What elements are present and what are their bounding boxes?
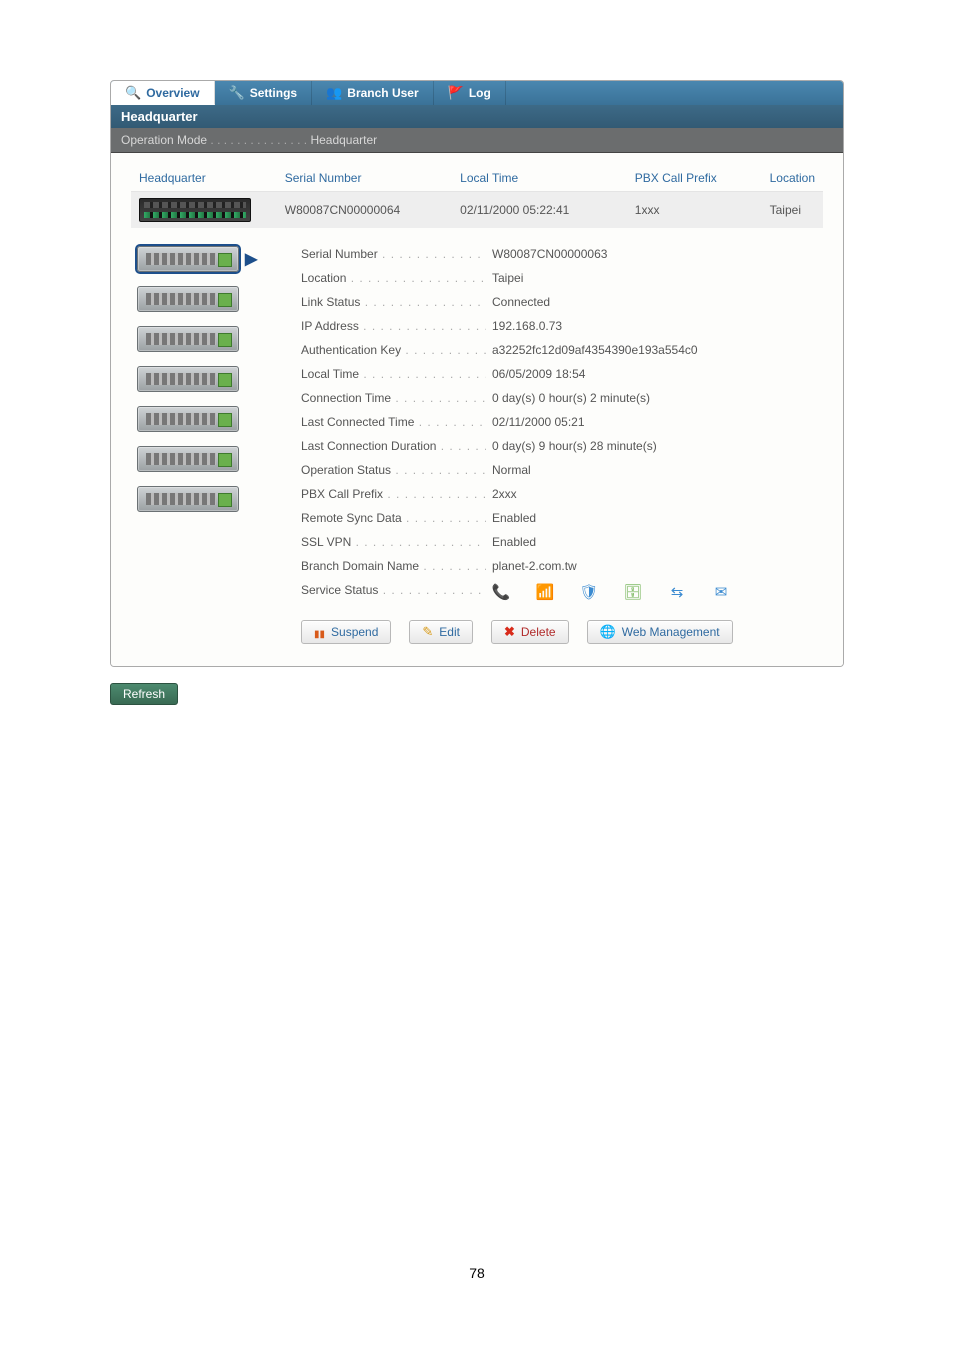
detail-value: Normal — [486, 463, 817, 477]
branch-device[interactable] — [137, 286, 277, 312]
col-headquarter: Headquarter — [131, 165, 277, 192]
headquarter-table: Headquarter Serial Number Local Time PBX… — [131, 165, 823, 228]
tab-overview[interactable]: 🔍 Overview — [111, 81, 215, 105]
mail-icon: ✉ — [712, 583, 730, 601]
detail-value: 2xxx — [486, 487, 817, 501]
phone-icon: 📞 — [492, 583, 510, 601]
cell-prefix: 1xxx — [627, 192, 762, 229]
detail-value: Enabled — [486, 511, 817, 525]
detail-value: Taipei — [486, 271, 817, 285]
tab-label: Log — [469, 86, 491, 100]
detail-label: Branch Domain Name — [301, 559, 419, 573]
web-management-button[interactable]: Web Management — [587, 620, 733, 644]
detail-label: Operation Status — [301, 463, 391, 477]
col-location: Location — [762, 165, 823, 192]
branch-device[interactable] — [137, 406, 277, 432]
action-button-row: Suspend Edit Delete Web Management — [301, 620, 817, 644]
detail-value: Enabled — [486, 535, 817, 549]
branch-device[interactable] — [137, 486, 277, 512]
detail-value: 0 day(s) 9 hour(s) 28 minute(s) — [486, 439, 817, 453]
delete-icon — [504, 624, 515, 640]
detail-label: IP Address — [301, 319, 359, 333]
tab-label: Settings — [250, 86, 297, 100]
device-icon — [137, 406, 239, 432]
users-icon: 👥 — [326, 85, 342, 101]
tab-label: Overview — [146, 86, 199, 100]
table-row[interactable]: W80087CN00000064 02/11/2000 05:22:41 1xx… — [131, 192, 823, 229]
detail-value: planet-2.com.tw — [486, 559, 817, 573]
detail-value: 192.168.0.73 — [486, 319, 817, 333]
detail-value: 02/11/2000 05:21 — [486, 415, 817, 429]
cell-localtime: 02/11/2000 05:22:41 — [452, 192, 627, 229]
button-label: Web Management — [622, 625, 720, 639]
detail-label: Location — [301, 271, 346, 285]
device-icon — [137, 326, 239, 352]
device-icon — [137, 486, 239, 512]
detail-label: Local Time — [301, 367, 359, 381]
button-label: Suspend — [331, 625, 378, 639]
database-icon: 🗄 — [624, 583, 642, 601]
branch-details: Serial Number W80087CN00000063 Location Ta… — [301, 242, 817, 644]
device-icon — [137, 286, 239, 312]
cell-serial: W80087CN00000064 — [277, 192, 452, 229]
cell-location: Taipei — [762, 192, 823, 229]
col-prefix: PBX Call Prefix — [627, 165, 762, 192]
tab-branch-user[interactable]: 👥 Branch User — [312, 81, 434, 105]
section-title: Headquarter — [111, 105, 843, 128]
branch-device[interactable] — [137, 326, 277, 352]
branch-device[interactable] — [137, 446, 277, 472]
detail-value: 0 day(s) 0 hour(s) 2 minute(s) — [486, 391, 817, 405]
detail-value: Connected — [486, 295, 817, 309]
branch-device[interactable] — [137, 366, 277, 392]
branch-device-list: ▶ — [137, 242, 277, 644]
detail-label: Last Connection Duration — [301, 439, 436, 453]
service-status-icons: 📞 📶 🛡 🗄 ⇆ ✉ — [486, 583, 730, 601]
suspend-button[interactable]: Suspend — [301, 620, 391, 644]
selected-arrow-icon: ▶ — [245, 249, 257, 269]
button-label: Delete — [521, 625, 556, 639]
detail-value: 06/05/2009 18:54 — [486, 367, 817, 381]
button-label: Edit — [439, 625, 460, 639]
page-number: 78 — [0, 1265, 954, 1281]
sync-icon: ⇆ — [668, 583, 686, 601]
operation-mode-value: Headquarter — [310, 133, 377, 147]
service-status-label: Service Status — [301, 583, 378, 597]
col-serial: Serial Number — [277, 165, 452, 192]
refresh-button[interactable]: Refresh — [110, 683, 178, 705]
device-icon — [137, 446, 239, 472]
detail-value: W80087CN00000063 — [486, 247, 817, 261]
operation-mode-label: Operation Mode — [121, 133, 207, 147]
device-rack-icon — [139, 198, 251, 222]
detail-label: Last Connected Time — [301, 415, 414, 429]
globe-icon — [600, 624, 616, 640]
detail-value: a32252fc12d09af4354390e193a554c0 — [486, 343, 817, 357]
detail-label: Authentication Key — [301, 343, 401, 357]
delete-button[interactable]: Delete — [491, 620, 569, 644]
detail-label: SSL VPN — [301, 535, 351, 549]
flag-icon: 🚩 — [448, 85, 464, 101]
operation-mode-row: Operation Mode . . . . . . . . . . . . .… — [111, 128, 843, 153]
device-icon — [137, 246, 239, 272]
tab-bar: 🔍 Overview 🔧 Settings 👥 Branch User 🚩 Lo… — [111, 81, 843, 105]
detail-label: Remote Sync Data — [301, 511, 402, 525]
detail-label: PBX Call Prefix — [301, 487, 383, 501]
branch-device[interactable]: ▶ — [137, 246, 277, 272]
tab-log[interactable]: 🚩 Log — [434, 81, 506, 105]
tab-label: Branch User — [347, 86, 418, 100]
shield-icon: 🛡 — [580, 583, 598, 601]
wrench-icon: 🔧 — [229, 85, 245, 101]
detail-label: Serial Number — [301, 247, 378, 261]
pencil-icon — [422, 624, 433, 640]
col-localtime: Local Time — [452, 165, 627, 192]
edit-button[interactable]: Edit — [409, 620, 473, 644]
detail-label: Link Status — [301, 295, 360, 309]
tab-settings[interactable]: 🔧 Settings — [215, 81, 313, 105]
pause-icon — [314, 625, 325, 640]
button-label: Refresh — [123, 687, 165, 701]
detail-label: Connection Time — [301, 391, 391, 405]
device-icon — [137, 366, 239, 392]
antenna-icon: 📶 — [536, 583, 554, 601]
magnifier-icon: 🔍 — [125, 85, 141, 101]
